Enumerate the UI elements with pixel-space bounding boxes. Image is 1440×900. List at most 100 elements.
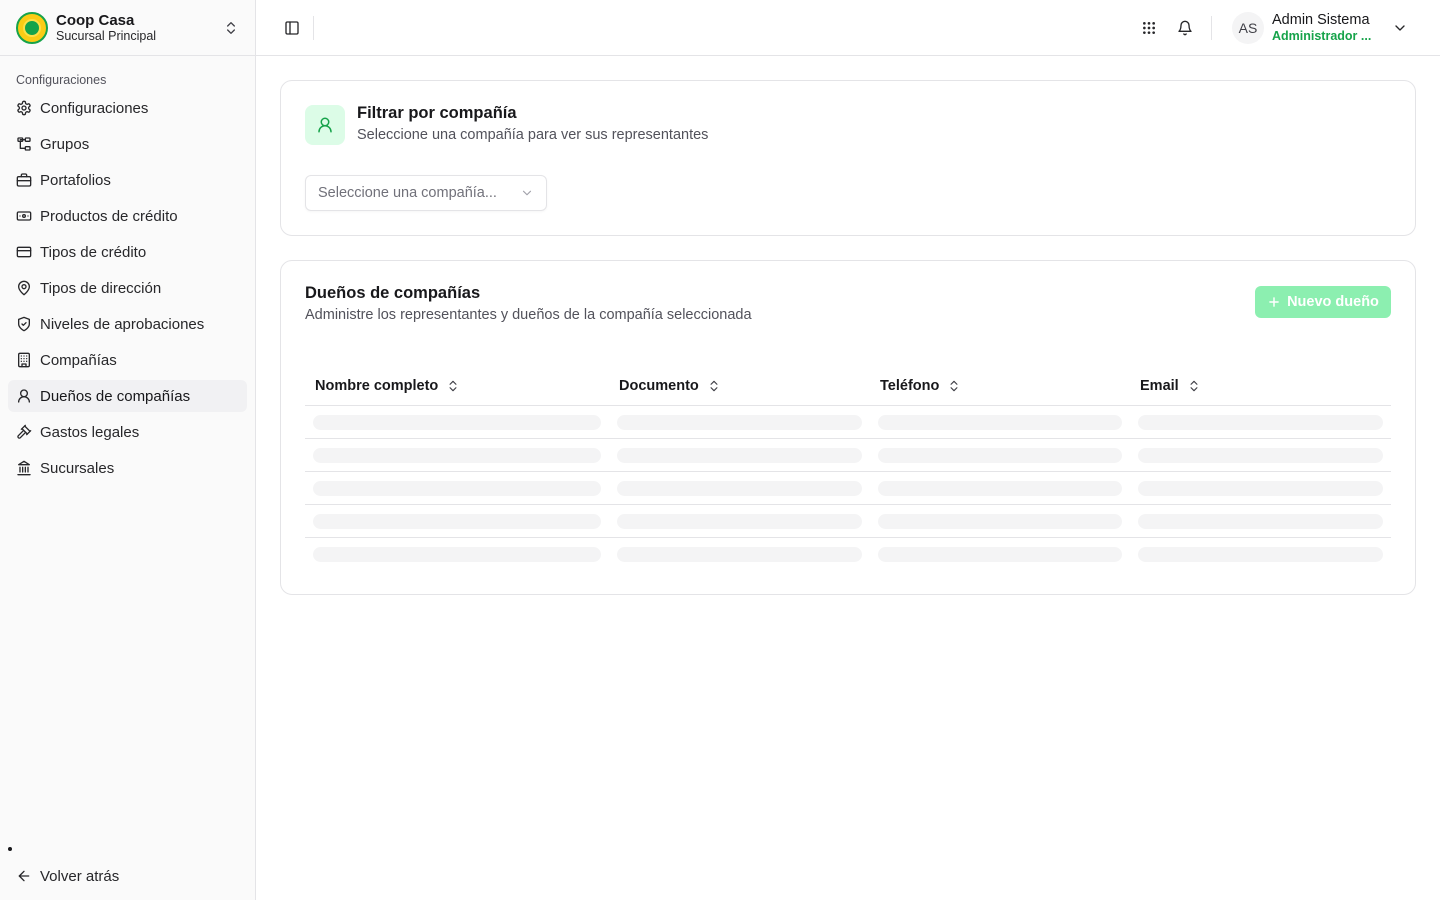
banknote-icon [16, 211, 32, 221]
user-name: Admin Sistema [1272, 12, 1370, 28]
sidebar-toggle-button[interactable] [280, 16, 304, 40]
sort-icon [449, 380, 457, 391]
sidebar-item-productos-credito[interactable]: Productos de crédito [8, 200, 247, 232]
gavel-icon [17, 424, 32, 439]
column-label: Documento [619, 377, 699, 394]
new-owner-button[interactable]: Nuevo dueño [1255, 286, 1391, 318]
chevron-down-icon[interactable] [1392, 20, 1408, 36]
skeleton-cell [1138, 415, 1383, 430]
apps-button[interactable] [1137, 16, 1161, 40]
sidebar-item-label: Tipos de dirección [40, 279, 162, 297]
sidebar-item-label: Configuraciones [40, 99, 149, 117]
divider [313, 16, 314, 40]
owners-title: Dueños de compañías [305, 284, 481, 302]
skeleton-cell [1138, 481, 1383, 496]
column-header-documento[interactable]: Documento [619, 365, 721, 406]
skeleton-cell [313, 448, 601, 463]
org-name: Coop Casa [56, 11, 135, 29]
table-row [305, 505, 1391, 538]
owners-subtitle: Administre los representantes y dueños d… [305, 307, 752, 323]
skeleton-cell [878, 547, 1122, 562]
sidebar-item-label: Sucursales [40, 459, 115, 477]
sidebar-item-niveles-aprobaciones[interactable]: Niveles de aprobaciones [8, 308, 247, 340]
sidebar-item-label: Grupos [40, 135, 90, 153]
map-pin-icon [18, 280, 30, 296]
column-header-email[interactable]: Email [1140, 365, 1201, 406]
user-menu[interactable]: Admin Sistema Administrador ... [1272, 12, 1371, 43]
org-logo [16, 11, 48, 44]
sidebar-group-label: Configuraciones [16, 73, 107, 87]
user-icon [305, 105, 345, 145]
sidebar-item-companias[interactable]: Compañías [8, 344, 247, 376]
skeleton-cell [1138, 514, 1383, 529]
sidebar: Coop Casa Sucursal Principal Configuraci… [0, 0, 256, 900]
credit-card-icon [16, 246, 32, 258]
sort-icon [1190, 380, 1198, 391]
column-header-nombre[interactable]: Nombre completo [315, 365, 460, 406]
briefcase-icon [16, 173, 32, 187]
skeleton-cell [313, 547, 601, 562]
skeleton-cell [878, 514, 1122, 529]
network-icon [17, 137, 31, 151]
grid-icon [1143, 22, 1155, 34]
sort-icon [710, 380, 718, 391]
sidebar-item-grupos[interactable]: Grupos [8, 128, 247, 160]
org-switcher[interactable]: Coop Casa Sucursal Principal [0, 0, 255, 56]
skeleton-cell [878, 415, 1122, 430]
skeleton-cell [617, 481, 862, 496]
sidebar-item-portafolios[interactable]: Portafolios [8, 164, 247, 196]
table-row [305, 538, 1391, 571]
sidebar-item-label: Portafolios [40, 171, 111, 189]
owners-table: Nombre completo Documento Teléfono Email [305, 365, 1391, 571]
skeleton-cell [617, 448, 862, 463]
sidebar-item-gastos-legales[interactable]: Gastos legales [8, 416, 247, 448]
user-icon [18, 389, 30, 403]
sidebar-item-sucursales[interactable]: Sucursales [8, 452, 247, 484]
skeleton-cell [313, 415, 601, 430]
status-dot [8, 847, 12, 851]
filter-title: Filtrar por compañía [357, 104, 517, 122]
sidebar-item-label: Tipos de crédito [40, 243, 147, 261]
avatar[interactable]: AS [1232, 12, 1264, 44]
panel-left-icon [285, 21, 299, 35]
sidebar-item-label: Niveles de aprobaciones [40, 315, 205, 333]
org-branch: Sucursal Principal [56, 28, 157, 43]
skeleton-cell [1138, 547, 1383, 562]
filter-subtitle: Seleccione una compañía para ver sus rep… [357, 127, 709, 143]
sidebar-item-configuraciones[interactable]: Configuraciones [8, 92, 247, 124]
skeleton-cell [878, 448, 1122, 463]
column-label: Email [1140, 377, 1179, 394]
table-row [305, 406, 1391, 439]
table-row [305, 439, 1391, 472]
back-link[interactable]: Volver atrás [16, 864, 119, 888]
chevron-down-icon [522, 190, 532, 196]
company-select[interactable]: Seleccione una compañía... [305, 175, 547, 211]
skeleton-cell [878, 481, 1122, 496]
skeleton-cell [1138, 448, 1383, 463]
building-icon [18, 352, 30, 368]
filter-card: Filtrar por compañía Seleccione una comp… [280, 80, 1416, 236]
column-header-telefono[interactable]: Teléfono [880, 365, 961, 406]
plus-icon [1269, 297, 1279, 307]
skeleton-cell [313, 514, 601, 529]
sort-icon [950, 380, 958, 391]
skeleton-cell [313, 481, 601, 496]
sidebar-item-tipos-direccion[interactable]: Tipos de dirección [8, 272, 247, 304]
arrow-left-icon [18, 870, 30, 882]
sidebar-item-tipos-credito[interactable]: Tipos de crédito [8, 236, 247, 268]
sidebar-item-label: Compañías [40, 351, 117, 369]
owners-card: Dueños de compañías Administre los repre… [280, 260, 1416, 595]
skeleton-cell [617, 547, 862, 562]
sidebar-item-label: Productos de crédito [40, 207, 178, 225]
sidebar-item-duenos-companias[interactable]: Dueños de compañías [8, 380, 247, 412]
top-bar: AS Admin Sistema Administrador ... [256, 0, 1440, 56]
company-select-placeholder: Seleccione una compañía... [318, 185, 497, 201]
column-label: Teléfono [880, 377, 940, 394]
table-header: Nombre completo Documento Teléfono Email [305, 365, 1391, 406]
notifications-button[interactable] [1173, 16, 1197, 40]
divider [1211, 16, 1212, 40]
sidebar-item-label: Dueños de compañías [40, 387, 191, 405]
shield-check-icon [18, 316, 30, 332]
skeleton-cell [617, 514, 862, 529]
column-label: Nombre completo [315, 377, 439, 394]
